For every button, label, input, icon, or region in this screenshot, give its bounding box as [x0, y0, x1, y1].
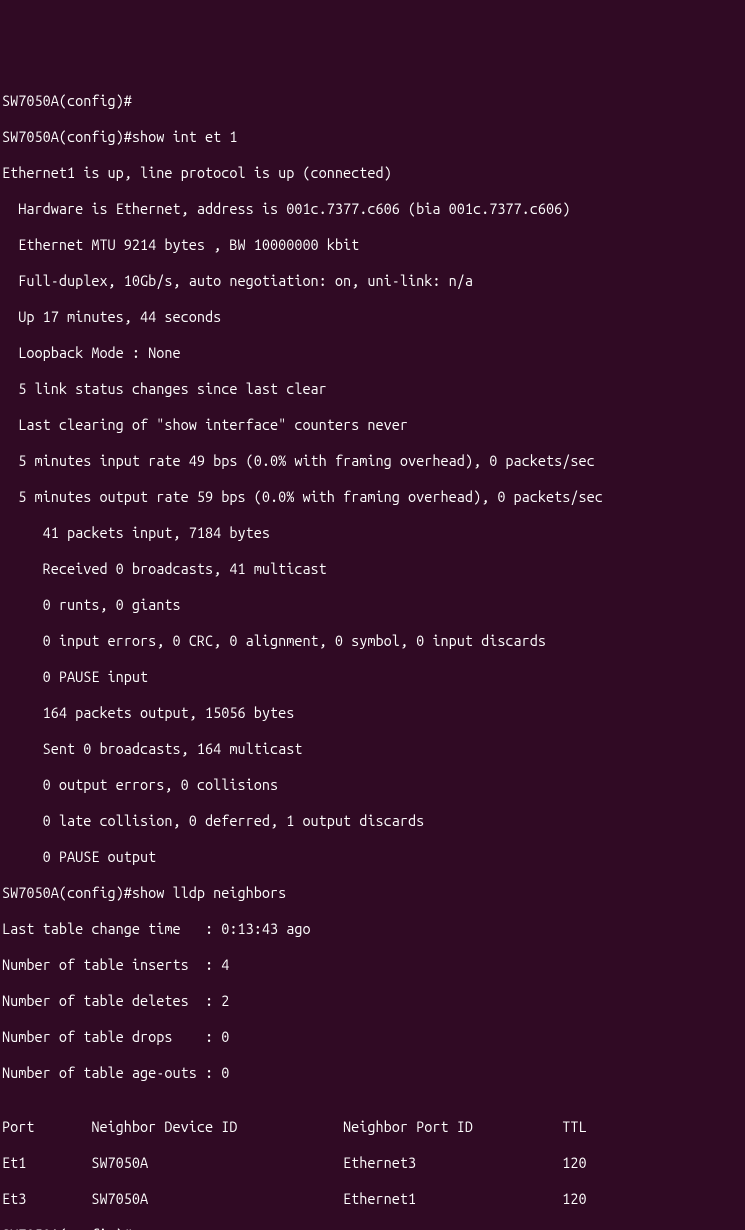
- output-line: 0 runts, 0 giants: [2, 596, 745, 614]
- table-header: Port Neighbor Device ID Neighbor Port ID…: [2, 1118, 745, 1136]
- output-line: Last table change time : 0:13:43 ago: [2, 920, 745, 938]
- output-line: 5 minutes output rate 59 bps (0.0% with …: [2, 488, 745, 506]
- prompt-line: SW7050A(config)#: [2, 1226, 745, 1230]
- output-line: 164 packets output, 15056 bytes: [2, 704, 745, 722]
- output-line: 0 PAUSE input: [2, 668, 745, 686]
- output-line: Number of table deletes : 2: [2, 992, 745, 1010]
- table-row: Et3 SW7050A Ethernet1 120: [2, 1190, 745, 1208]
- output-line: Hardware is Ethernet, address is 001c.73…: [2, 200, 745, 218]
- command-line: SW7050A(config)#show int et 1: [2, 128, 745, 146]
- terminal-output: SW7050A(config)# SW7050A(config)#show in…: [0, 72, 745, 1230]
- output-line: Number of table inserts : 4: [2, 956, 745, 974]
- output-line: Loopback Mode : None: [2, 344, 745, 362]
- output-line: Received 0 broadcasts, 41 multicast: [2, 560, 745, 578]
- command-line: SW7050A(config)#show lldp neighbors: [2, 884, 745, 902]
- output-line: 5 link status changes since last clear: [2, 380, 745, 398]
- output-line: Sent 0 broadcasts, 164 multicast: [2, 740, 745, 758]
- output-line: Number of table age-outs : 0: [2, 1064, 745, 1082]
- output-line: Full-duplex, 10Gb/s, auto negotiation: o…: [2, 272, 745, 290]
- output-line: 5 minutes input rate 49 bps (0.0% with f…: [2, 452, 745, 470]
- output-line: 0 input errors, 0 CRC, 0 alignment, 0 sy…: [2, 632, 745, 650]
- output-line: Ethernet1 is up, line protocol is up (co…: [2, 164, 745, 182]
- output-line: 0 PAUSE output: [2, 848, 745, 866]
- prompt-line: SW7050A(config)#: [2, 92, 745, 110]
- output-line: 0 late collision, 0 deferred, 1 output d…: [2, 812, 745, 830]
- output-line: Up 17 minutes, 44 seconds: [2, 308, 745, 326]
- output-line: 0 output errors, 0 collisions: [2, 776, 745, 794]
- output-line: 41 packets input, 7184 bytes: [2, 524, 745, 542]
- output-line: Last clearing of "show interface" counte…: [2, 416, 745, 434]
- output-line: Number of table drops : 0: [2, 1028, 745, 1046]
- output-line: Ethernet MTU 9214 bytes , BW 10000000 kb…: [2, 236, 745, 254]
- table-row: Et1 SW7050A Ethernet3 120: [2, 1154, 745, 1172]
